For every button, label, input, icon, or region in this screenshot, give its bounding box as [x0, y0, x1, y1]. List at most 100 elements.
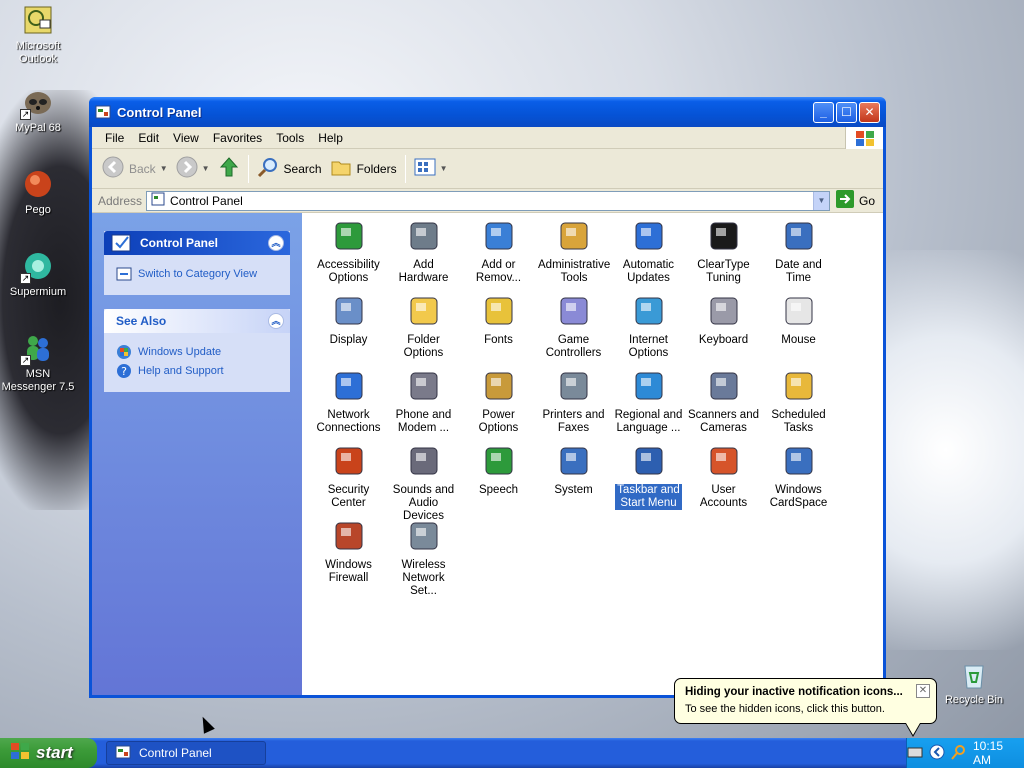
applet-speech[interactable]: Speech	[461, 444, 536, 497]
panel-header[interactable]: Control Panel ︽	[104, 231, 290, 255]
applet-printers-faxes[interactable]: Printers and Faxes	[536, 369, 611, 435]
minimize-button[interactable]: _	[813, 101, 834, 123]
desktop-icon-outlook[interactable]: Microsoft Outlook	[0, 4, 76, 66]
applet-add-hardware[interactable]: Add Hardware	[386, 219, 461, 285]
show-hidden-icons-button[interactable]	[929, 744, 945, 763]
applet-security-center[interactable]: Security Center	[311, 444, 386, 510]
desktop-icon-pego[interactable]: Pego	[0, 168, 76, 217]
applet-label-line2: Network Set...	[402, 572, 445, 597]
window-title: Control Panel	[117, 104, 202, 120]
applet-phone-modem[interactable]: Phone and Modem ...	[386, 369, 461, 435]
panel-header[interactable]: See Also ︽	[104, 309, 290, 333]
applet-keyboard[interactable]: Keyboard	[686, 294, 761, 347]
applet-scanners-cameras[interactable]: Scanners and Cameras	[686, 369, 761, 435]
applet-label: Windows Firewall	[323, 559, 374, 585]
applet-display[interactable]: Display	[311, 294, 386, 347]
applet-label-line2: Tasks	[783, 422, 814, 434]
menu-help[interactable]: Help	[311, 131, 350, 145]
applet-folder-options[interactable]: Folder Options	[386, 294, 461, 360]
applet-user-accounts[interactable]: User Accounts	[686, 444, 761, 510]
balloon-close-button[interactable]: ✕	[916, 684, 930, 698]
up-folder-button[interactable]	[214, 153, 244, 185]
help-support-link[interactable]: ? Help and Support	[116, 363, 280, 379]
windows-update-icon	[116, 344, 132, 360]
firewall-icon	[332, 519, 366, 553]
category-view-icon	[116, 266, 132, 282]
raccoon-icon: ↗	[20, 86, 54, 120]
address-dropdown-button[interactable]: ▼	[812, 191, 829, 210]
menu-favorites[interactable]: Favorites	[206, 131, 269, 145]
game-controllers-icon	[557, 294, 591, 328]
keyboard-icon[interactable]	[907, 746, 923, 761]
applet-label-line2: Controllers	[545, 347, 602, 359]
close-icon: ✕	[864, 105, 875, 119]
applet-firewall[interactable]: Windows Firewall	[311, 519, 386, 585]
address-input[interactable]: Control Panel ▼	[146, 190, 830, 211]
applet-label: Display	[328, 334, 370, 347]
menu-edit[interactable]: Edit	[131, 131, 166, 145]
notification-balloon[interactable]: Hiding your inactive notification icons.…	[674, 678, 937, 737]
search-button[interactable]: Search	[253, 153, 326, 185]
desktop-icon-msn[interactable]: ↗ MSN Messenger 7.5	[0, 332, 76, 394]
applet-cleartype[interactable]: ClearType Tuning	[686, 219, 761, 285]
applet-date-time[interactable]: Date and Time	[761, 219, 836, 285]
collapse-icon[interactable]: ︽	[268, 313, 284, 329]
applet-cardspace[interactable]: Windows CardSpace	[761, 444, 836, 510]
windows-logo-icon	[845, 127, 883, 149]
applet-scheduled-tasks[interactable]: Scheduled Tasks	[761, 369, 836, 435]
desktop-icon-supermium[interactable]: ↗ Supermium	[0, 250, 76, 299]
menu-view[interactable]: View	[166, 131, 206, 145]
back-button[interactable]: Back ▼	[98, 153, 172, 185]
applet-fonts[interactable]: Fonts	[461, 294, 536, 347]
window-content: Control Panel ︽ Switch to Category View …	[92, 213, 883, 695]
close-button[interactable]: ✕	[859, 101, 880, 123]
applet-taskbar-start-menu[interactable]: Taskbar and Start Menu	[611, 444, 686, 510]
taskbar-button-control-panel[interactable]: Control Panel	[106, 741, 266, 765]
minimize-icon: _	[820, 105, 827, 119]
dropdown-arrow-icon: ▼	[439, 164, 448, 173]
clock[interactable]: 10:15 AM	[973, 739, 1014, 767]
applet-accessibility[interactable]: Accessibility Options	[311, 219, 386, 285]
security-center-icon	[332, 444, 366, 478]
forward-button[interactable]: ▼	[172, 153, 214, 185]
folders-button[interactable]: Folders	[326, 153, 401, 185]
applet-label: Game Controllers	[544, 334, 604, 360]
applet-game-controllers[interactable]: Game Controllers	[536, 294, 611, 360]
windows-update-link[interactable]: Windows Update	[116, 344, 280, 360]
desktop-icon-mypal[interactable]: ↗ MyPal 68	[0, 86, 76, 135]
switch-category-view-link[interactable]: Switch to Category View	[116, 266, 280, 282]
collapse-icon[interactable]: ︽	[268, 235, 284, 251]
folders-label: Folders	[356, 161, 397, 176]
desktop-icon-recycle-bin[interactable]: Recycle Bin	[936, 658, 1012, 707]
user-accounts-icon	[707, 444, 741, 478]
applet-regional-language[interactable]: Regional and Language ...	[611, 369, 686, 435]
applet-automatic-updates[interactable]: Automatic Updates	[611, 219, 686, 285]
applet-network-connections[interactable]: Network Connections	[311, 369, 386, 435]
menu-tools[interactable]: Tools	[269, 131, 311, 145]
start-button[interactable]: start	[0, 738, 97, 768]
panel-title: See Also	[116, 314, 167, 328]
applet-mouse[interactable]: Mouse	[761, 294, 836, 347]
views-button[interactable]: ▼	[410, 153, 452, 185]
search-tray-icon[interactable]	[951, 744, 967, 763]
applet-system[interactable]: System	[536, 444, 611, 497]
applet-wireless-network[interactable]: Wireless Network Set...	[386, 519, 461, 598]
applet-label-line1: Printers and	[542, 409, 605, 421]
applet-power-options[interactable]: Power Options	[461, 369, 536, 435]
desktop-icon-label: MyPal 68	[15, 122, 61, 134]
applet-administrative-tools[interactable]: Administrative Tools	[536, 219, 611, 285]
applet-add-remove-programs[interactable]: Add or Remov...	[461, 219, 536, 285]
maximize-button[interactable]: ☐	[836, 101, 857, 123]
window-titlebar[interactable]: Control Panel _ ☐ ✕	[89, 97, 886, 127]
applet-internet-options[interactable]: Internet Options	[611, 294, 686, 360]
applet-label-line1: ClearType	[697, 259, 750, 271]
applet-sounds-audio[interactable]: Sounds and Audio Devices	[386, 444, 461, 523]
applet-label-line1: Date and Time	[775, 259, 822, 284]
menu-file[interactable]: File	[98, 131, 131, 145]
back-label: Back	[129, 161, 156, 176]
applet-label-line2: Tuning	[706, 272, 741, 284]
applet-label-line2: Center	[331, 497, 366, 509]
go-button[interactable]: Go	[830, 190, 883, 211]
task-pane: Control Panel ︽ Switch to Category View …	[92, 213, 302, 695]
applet-label: System	[552, 484, 594, 497]
